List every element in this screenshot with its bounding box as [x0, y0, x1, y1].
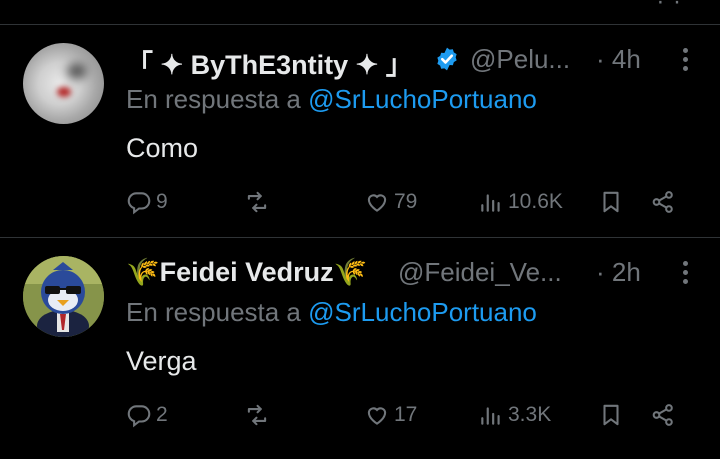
heart-icon [367, 407, 387, 425]
tweet-header: 「 ✦ ByThE3ntity ✦ 」 @Pelu... · 4h [126, 43, 690, 80]
bookmark-icon [603, 191, 619, 213]
reply-icon [127, 405, 151, 428]
display-name[interactable]: 🌾Feidei Vedruz🌾 [126, 256, 367, 288]
view-count: 3.3K [508, 403, 552, 426]
timestamp[interactable]: · 4h [596, 44, 641, 75]
repost-button[interactable] [244, 187, 274, 217]
share-icon [652, 404, 673, 426]
like-count: 17 [394, 403, 418, 426]
reply-count: 2 [156, 403, 168, 426]
tweet-text: Como [126, 133, 199, 163]
penguin-avatar-image [23, 256, 104, 337]
views-button[interactable]: 10.6K [478, 187, 563, 217]
display-name[interactable]: 「 ✦ ByThE3ntity ✦ 」 [126, 43, 413, 82]
bookmark-icon [603, 404, 619, 426]
bookmark-button[interactable] [598, 400, 624, 430]
heart-icon [367, 194, 387, 212]
tweet[interactable]: 🌾Feidei Vedruz🌾 @Feidei_Ve... · 2h En re… [0, 238, 720, 450]
repost-icon [247, 191, 267, 213]
tweet[interactable]: 「 ✦ ByThE3ntity ✦ 」 @Pelu... · 4h En res… [0, 25, 720, 237]
like-button[interactable]: 17 [364, 400, 417, 430]
repost-icon [247, 404, 267, 426]
reply-icon [127, 192, 151, 215]
action-bar: 9 79 10.6K [126, 187, 690, 217]
repost-button[interactable] [244, 400, 274, 430]
share-button[interactable] [650, 187, 676, 217]
reply-prefix: En respuesta a [126, 84, 301, 114]
views-button[interactable]: 3.3K [478, 400, 551, 430]
views-icon [481, 194, 500, 212]
more-options-icon[interactable] [680, 45, 690, 73]
bookmark-button[interactable] [598, 187, 624, 217]
handle[interactable]: @Pelu... [470, 44, 570, 75]
reply-mention[interactable]: @SrLuchoPortuano [308, 297, 537, 327]
reply-button[interactable]: 9 [126, 187, 168, 217]
more-dots-icon[interactable]: · · [656, 0, 682, 16]
view-count: 10.6K [508, 190, 563, 213]
action-bar: 2 17 3.3K [126, 400, 690, 430]
avatar[interactable] [23, 43, 104, 124]
more-options-icon[interactable] [680, 258, 690, 286]
reply-context: En respuesta a @SrLuchoPortuano [126, 84, 537, 115]
like-button[interactable]: 79 [364, 187, 417, 217]
timestamp[interactable]: · 2h [596, 257, 641, 288]
reply-prefix: En respuesta a [126, 297, 301, 327]
reply-mention[interactable]: @SrLuchoPortuano [308, 84, 537, 114]
tweet-header: 🌾Feidei Vedruz🌾 @Feidei_Ve... · 2h [126, 256, 690, 290]
share-icon [652, 191, 673, 213]
reply-count: 9 [156, 190, 168, 213]
handle[interactable]: @Feidei_Ve... [398, 257, 562, 288]
verified-badge-icon [437, 47, 457, 71]
like-count: 79 [394, 190, 418, 213]
avatar[interactable] [23, 256, 104, 337]
reply-context: En respuesta a @SrLuchoPortuano [126, 297, 537, 328]
tweet-text: Verga [126, 346, 197, 376]
views-icon [481, 407, 500, 425]
share-button[interactable] [650, 400, 676, 430]
previous-tweet-edge: · · [0, 0, 720, 24]
reply-button[interactable]: 2 [126, 400, 168, 430]
